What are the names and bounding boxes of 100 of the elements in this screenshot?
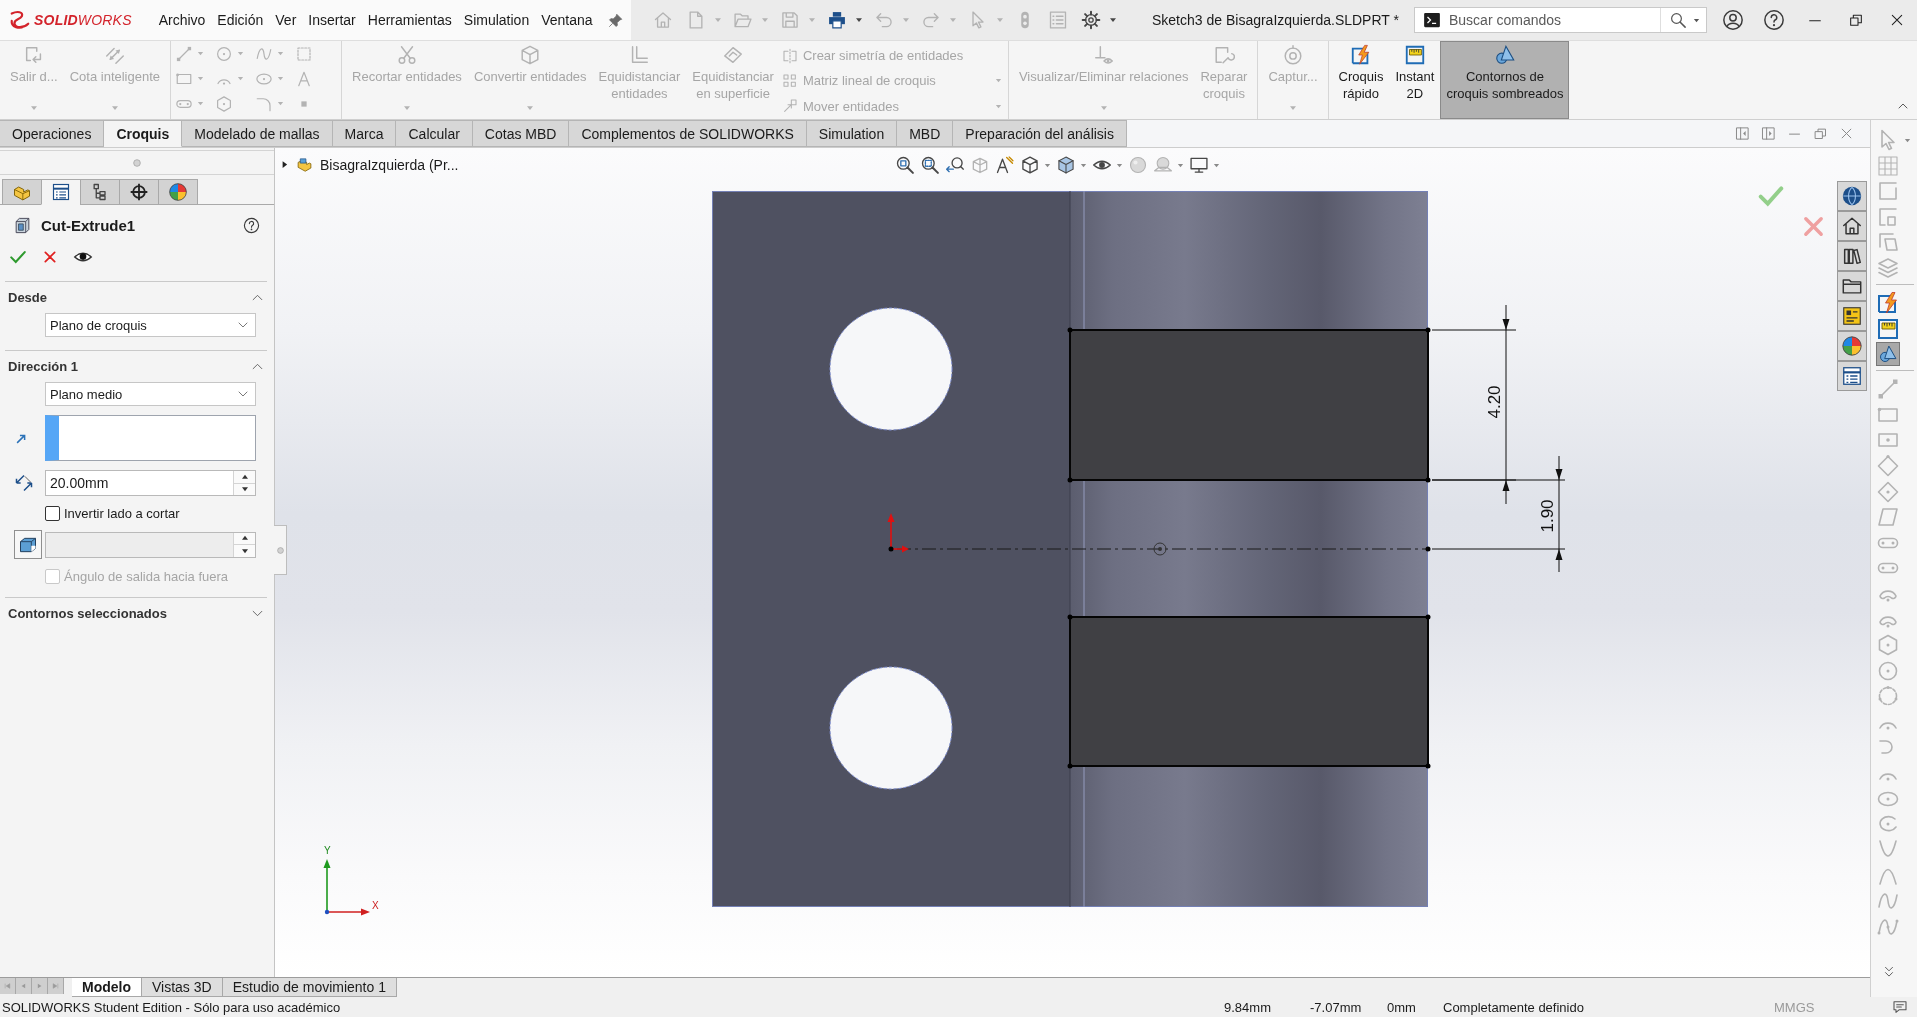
ribbon-button[interactable]: Croquis rápido	[1332, 41, 1390, 119]
chevrons-down-icon[interactable]	[1882, 965, 1896, 979]
search-bar[interactable]: Buscar comandos	[1414, 7, 1707, 33]
panel-left-icon[interactable]	[1735, 126, 1750, 141]
menu-item[interactable]: Simulation	[457, 8, 536, 32]
panel-right-icon[interactable]	[1761, 126, 1776, 141]
command-tab[interactable]: Operaciones	[0, 120, 105, 147]
search-field[interactable]: Buscar comandos	[1449, 10, 1652, 30]
globe-icon[interactable]	[1837, 181, 1867, 211]
tree-item-label[interactable]: BisagraIzquierda (Pr...	[320, 156, 459, 173]
magnifier-square-icon[interactable]	[895, 155, 915, 175]
search-icon[interactable]	[1669, 11, 1687, 29]
dimension-value[interactable]: 1.90	[1538, 499, 1556, 533]
mirror-icon	[781, 47, 798, 64]
check-icon[interactable]	[9, 248, 27, 266]
crosshair-icon	[129, 182, 149, 202]
list-icon[interactable]	[1837, 361, 1867, 391]
user-icon[interactable]	[1721, 9, 1744, 31]
z-coordinate: 0mm	[1387, 999, 1417, 1015]
splitter-dot-icon[interactable]	[133, 158, 141, 167]
ruler-square-icon[interactable]	[1876, 316, 1900, 341]
sheet-tab[interactable]: Modelo	[72, 978, 142, 997]
command-tab[interactable]: Preparación del análisis	[953, 120, 1127, 147]
sketch-status: Completamente definido	[1443, 999, 1585, 1015]
caret-icon	[110, 104, 119, 112]
selection-list-field[interactable]	[45, 415, 256, 461]
command-tab[interactable]: Simulation	[806, 120, 898, 147]
menu-item[interactable]: Edición	[211, 8, 270, 32]
part-icon	[296, 156, 313, 173]
caret-icon[interactable]	[1693, 16, 1700, 24]
restore-icon[interactable]	[1847, 12, 1864, 28]
caret-icon[interactable]	[1109, 16, 1117, 24]
command-tab[interactable]: MBD	[897, 120, 954, 147]
speech-bubble-icon[interactable]	[1892, 999, 1908, 1015]
command-tab[interactable]: Calcular	[396, 120, 473, 147]
square-hook-icon	[1212, 44, 1235, 66]
monitor-icon[interactable]	[1189, 155, 1209, 175]
caret-icon[interactable]	[1213, 161, 1220, 169]
dropdown-field[interactable]: Plano de croquis	[45, 313, 256, 337]
sheet-tab[interactable]: Vistas 3D	[142, 978, 223, 997]
folder-icon[interactable]	[1837, 271, 1867, 301]
printer-icon[interactable]	[827, 10, 847, 30]
menu-item[interactable]: Insertar	[302, 8, 362, 32]
command-tab[interactable]: Modelado de mallas	[182, 120, 333, 147]
panel-tab[interactable]	[41, 179, 81, 205]
menu-item[interactable]: Ver	[269, 8, 303, 32]
four-squares-icon	[781, 73, 798, 89]
caret-icon[interactable]	[1116, 161, 1123, 169]
caret-right-icon[interactable]	[280, 160, 289, 169]
books-icon[interactable]	[1837, 241, 1867, 271]
shaded-cube-icon[interactable]	[1056, 155, 1076, 175]
triangle-up-icon	[240, 472, 249, 481]
x-coordinate: 9.84mm	[1224, 999, 1272, 1015]
menu-item[interactable]: Herramientas	[361, 8, 458, 32]
menu-item[interactable]: Ventana	[535, 8, 599, 32]
dropdown-field[interactable]: Plano medio	[45, 382, 256, 406]
command-tab[interactable]: Croquis	[104, 120, 183, 147]
help-icon[interactable]	[243, 216, 260, 234]
logo-text: SOLIDWORKS	[34, 12, 132, 28]
y-coordinate: -7.07mm	[1310, 999, 1363, 1015]
window-title: Sketch3 de BisagraIzquierda.SLDPRT *	[1152, 12, 1399, 28]
spin-up-button[interactable]	[234, 471, 255, 483]
panel-collapse-handle[interactable]	[274, 525, 287, 575]
magnifier-dashed-square-icon[interactable]	[920, 155, 940, 175]
caret-icon[interactable]	[1044, 161, 1051, 169]
help-icon[interactable]	[1762, 9, 1785, 31]
caret-icon[interactable]	[855, 16, 863, 24]
panel-tab[interactable]	[80, 179, 120, 205]
view-palette-icon[interactable]	[1837, 301, 1867, 331]
panel-tab[interactable]	[119, 179, 159, 205]
cube-icon[interactable]	[1020, 155, 1040, 175]
spin-field[interactable]: 20.00mm	[45, 470, 256, 496]
terminal-icon	[1423, 11, 1441, 29]
menu-item[interactable]: Archivo	[152, 8, 212, 32]
cube-icon	[519, 44, 542, 66]
command-tab[interactable]: Complementos de SOLIDWORKS	[569, 120, 807, 147]
magnifier-arrow-icon[interactable]	[945, 155, 965, 175]
lightning-square-icon[interactable]	[1876, 290, 1900, 315]
draft-toggle-button[interactable]	[14, 530, 42, 559]
command-tab[interactable]: Marca	[332, 120, 397, 147]
command-tab[interactable]: Cotas MBD	[472, 120, 570, 147]
nested-diamond-icon	[722, 44, 745, 66]
settings-icon[interactable]	[1081, 10, 1101, 30]
checkbox[interactable]	[45, 505, 60, 521]
sheet-tab[interactable]: Estudio de movimiento 1	[222, 978, 397, 997]
part-icon	[13, 215, 32, 235]
perpendicular-eye-icon	[1092, 44, 1115, 66]
dimension-value[interactable]: 4.20	[1485, 385, 1503, 419]
section-title: Dirección 1	[8, 359, 79, 374]
caret-icon[interactable]	[1080, 161, 1087, 169]
ribbon-button[interactable]: Instant 2D	[1389, 41, 1441, 119]
section-title: Desde	[8, 290, 48, 305]
house-icon[interactable]	[1837, 211, 1867, 241]
grip-dot-icon	[276, 546, 284, 554]
letter-a-pen-icon[interactable]	[995, 155, 1015, 175]
ribbon-button[interactable]: Contornos de croquis sombreados	[1440, 41, 1570, 119]
pin-icon[interactable]	[608, 12, 623, 28]
check-icon[interactable]	[1758, 183, 1784, 209]
caret-icon	[994, 102, 1002, 110]
caret-icon	[1289, 104, 1297, 112]
